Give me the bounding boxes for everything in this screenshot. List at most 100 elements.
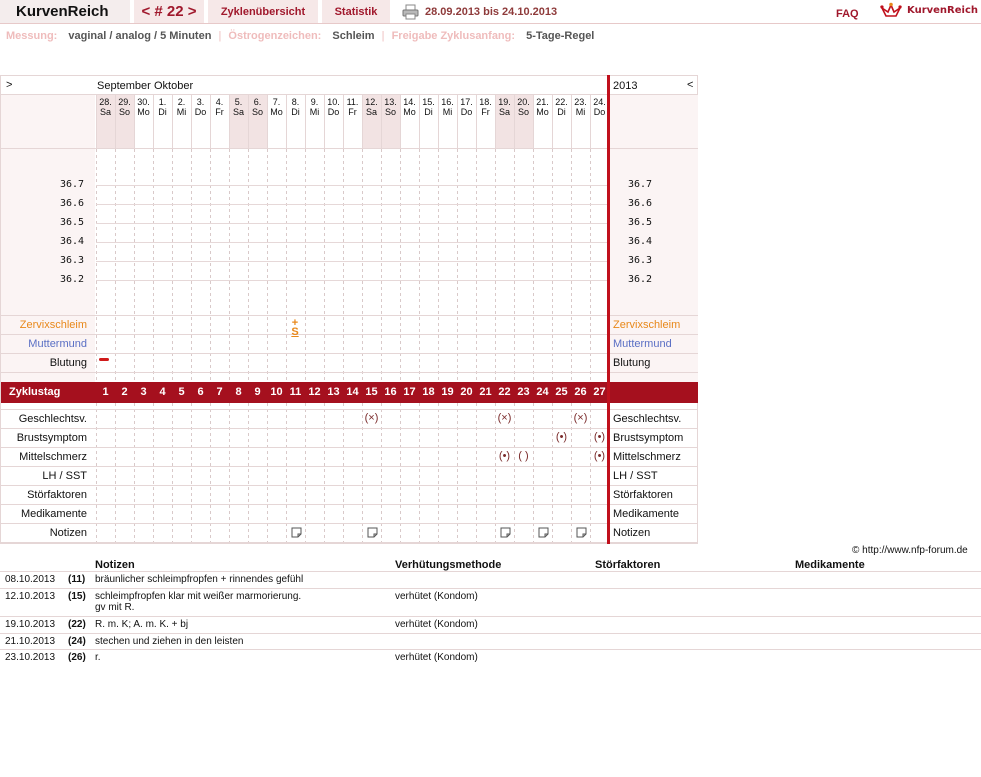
row-label-left: Geschlechtsv.: [18, 413, 87, 425]
row-label-right: LH / SST: [613, 470, 658, 482]
contraception-method: verhütet (Kondom): [395, 619, 478, 630]
note-text-line2: gv mit R.: [95, 602, 135, 613]
day-date: 17.: [460, 97, 473, 107]
note-icon[interactable]: [367, 527, 378, 538]
notes-header: Notizen: [95, 559, 135, 571]
note-date: 08.10.2013: [5, 574, 56, 585]
previous-cycle-arrow[interactable]: >: [6, 79, 12, 91]
bleeding-mark[interactable]: [99, 358, 109, 361]
day-date: 22.: [555, 97, 568, 107]
day-date: 1.: [158, 97, 167, 107]
day-date: 20.: [517, 97, 530, 107]
day-date: 6.: [253, 97, 262, 107]
day-weekday: Fr: [481, 107, 490, 117]
intercourse-mark[interactable]: (×): [571, 412, 590, 424]
row-label-right: Zervixschleim: [613, 319, 681, 331]
temperature-label-left: 36.3: [60, 255, 85, 266]
day-date: 3.: [196, 97, 205, 107]
cycle-day-number: 24: [536, 386, 549, 398]
row-label-left: Notizen: [49, 527, 87, 539]
day-weekday: Sa: [99, 107, 111, 117]
cycle-day-number: 18: [422, 386, 435, 398]
mucus-s: S: [291, 326, 299, 338]
day-weekday: Mi: [575, 107, 586, 117]
medication-header: Medikamente: [795, 559, 865, 571]
day-weekday: Do: [327, 107, 340, 117]
day-date: 8.: [291, 97, 300, 107]
cycle-overview-tab[interactable]: Zyklenübersicht: [208, 0, 318, 23]
note-icon[interactable]: [500, 527, 511, 538]
app-title[interactable]: KurvenReich: [0, 0, 130, 23]
printer-icon[interactable]: [402, 4, 419, 20]
copyright: © http://www.nfp-forum.de: [852, 545, 968, 556]
month-label: Oktober: [154, 80, 194, 92]
note-cycle-day: (22): [68, 619, 86, 630]
measurement-value: vaginal / analog / 5 Minuten: [68, 30, 212, 42]
notes-row: 19.10.2013 (22) R. m. K; A. m. K. + bj verh…: [0, 616, 981, 633]
cycle-day-number: 21: [479, 386, 492, 398]
cycle-day-number: 2: [121, 386, 128, 398]
notes-row: 08.10.2013 (11) bräunlicher schleimpfropfe…: [0, 571, 981, 588]
cycle-day-number: 26: [574, 386, 587, 398]
day-date: 29.: [118, 97, 131, 107]
contraception-method: verhütet (Kondom): [395, 591, 478, 602]
cycle-day-number: 3: [140, 386, 147, 398]
cycle-day-number: 20: [460, 386, 473, 398]
day-weekday: So: [118, 107, 130, 117]
intercourse-mark[interactable]: (×): [495, 412, 514, 424]
day-date: 11.: [346, 97, 359, 107]
row-label-right: Störfaktoren: [613, 489, 673, 501]
cycle-day-number: 8: [235, 386, 242, 398]
day-weekday: Sa: [365, 107, 377, 117]
release-value: 5-Tage-Regel: [526, 30, 595, 42]
row-label-left: Blutung: [49, 357, 87, 369]
mittelschmerz-mark[interactable]: ( ): [514, 450, 533, 462]
note-cycle-day: (11): [68, 574, 86, 585]
cycle-day-number: 5: [178, 386, 185, 398]
note-text: bräunlicher schleimpfropfen + rinnendes …: [95, 574, 304, 585]
day-weekday: Sa: [498, 107, 510, 117]
row-label-right: Mittelschmerz: [613, 451, 681, 463]
day-weekday: Di: [424, 107, 433, 117]
method-header: Verhütungsmethode: [395, 559, 502, 571]
cycle-day-number: 15: [365, 386, 378, 398]
disturbance-header: Störfaktoren: [595, 559, 661, 571]
temperature-label-left: 36.7: [60, 179, 85, 190]
note-date: 12.10.2013: [5, 591, 56, 602]
day-weekday: Do: [194, 107, 207, 117]
day-date: 2.: [177, 97, 186, 107]
row-label-right: Medikamente: [613, 508, 680, 520]
mittelschmerz-mark[interactable]: (•): [495, 450, 514, 462]
note-cycle-day: (24): [68, 636, 86, 647]
temperature-label-right: 36.7: [628, 179, 653, 190]
day-date: 4.: [215, 97, 224, 107]
day-date: 10.: [327, 97, 340, 107]
day-date: 5.: [234, 97, 243, 107]
cycle-day-number: 14: [346, 386, 359, 398]
day-date: 19.: [498, 97, 511, 107]
faq-link[interactable]: FAQ: [836, 8, 859, 20]
day-weekday: Mo: [403, 107, 416, 117]
note-icon[interactable]: [291, 527, 302, 538]
day-weekday: Di: [158, 107, 167, 117]
cycle-day-number: 9: [254, 386, 261, 398]
cycle-day-number: 16: [384, 386, 397, 398]
note-icon[interactable]: [576, 527, 587, 538]
day-date: 13.: [384, 97, 397, 107]
breast-symptom-mark[interactable]: (•): [552, 431, 571, 443]
cervical-mucus-mark[interactable]: + S: [289, 318, 301, 338]
day-weekday: Mo: [270, 107, 283, 117]
intercourse-mark[interactable]: (×): [362, 412, 381, 424]
temperature-label-right: 36.3: [628, 255, 653, 266]
year-label: 2013: [613, 80, 638, 92]
estrogen-value: Schleim: [332, 30, 375, 42]
statistics-tab[interactable]: Statistik: [322, 0, 390, 23]
day-weekday: Mi: [309, 107, 320, 117]
day-date: 15.: [422, 97, 435, 107]
cycle-navigator[interactable]: < # 22 >: [134, 0, 204, 23]
cycle-date-range: 28.09.2013 bis 24.10.2013: [425, 6, 558, 18]
note-icon[interactable]: [538, 527, 549, 538]
row-label-left: Mittelschmerz: [19, 451, 87, 463]
next-cycle-arrow[interactable]: <: [687, 79, 693, 91]
logo-text: KurvenReich: [907, 5, 979, 16]
